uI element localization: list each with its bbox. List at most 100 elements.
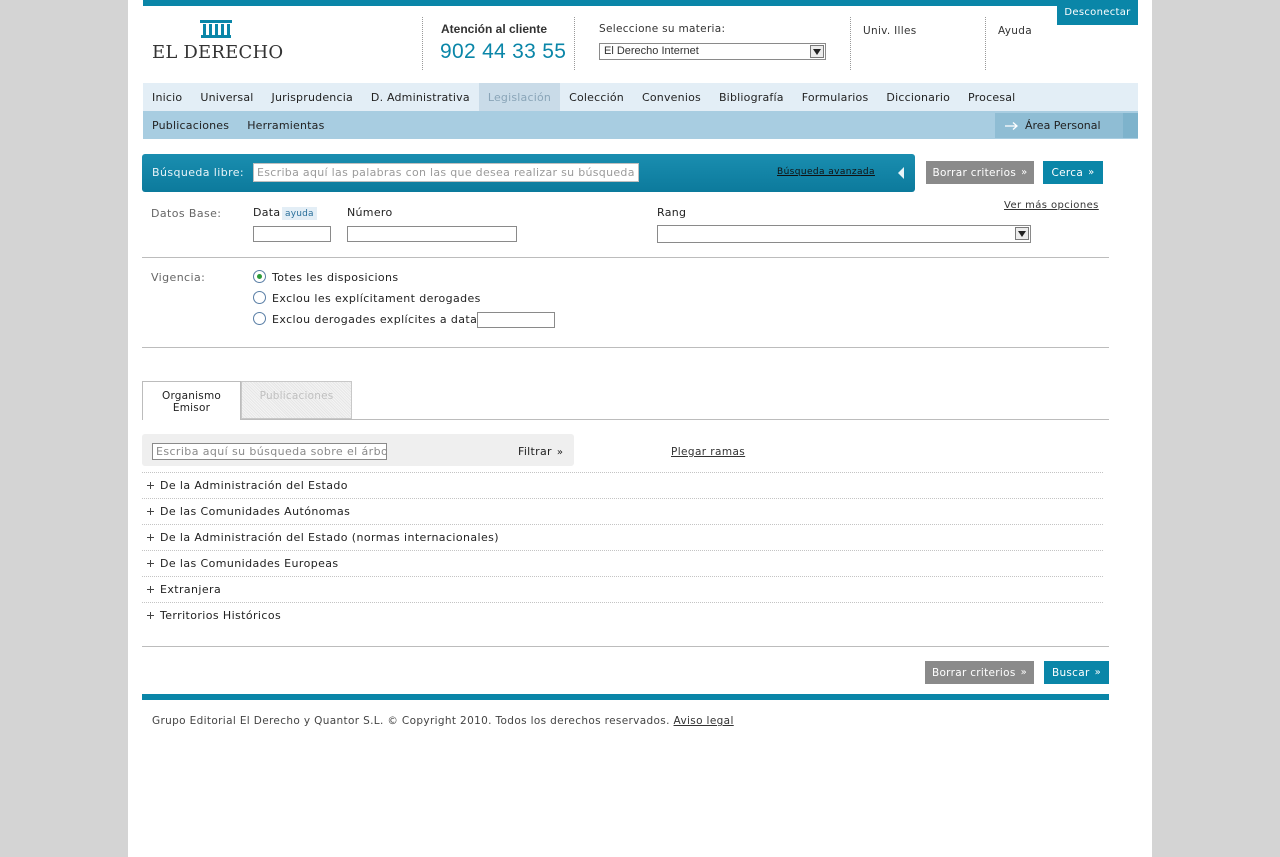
search-input[interactable] (253, 163, 639, 182)
logo-text: EL DERECHO (152, 42, 284, 63)
rank-select[interactable] (657, 225, 1031, 243)
advanced-search-link[interactable]: Búsqueda avanzada (777, 167, 875, 177)
tree-item[interactable]: De las Comunidades Europeas (142, 550, 1103, 576)
header-divider (850, 17, 851, 70)
radio-label: Exclou derogades explícites a data: (272, 313, 482, 326)
copyright-text: Grupo Editorial El Derecho y Quantor S.L… (152, 715, 734, 727)
nav-item-legislacion[interactable]: Legislación (478, 83, 561, 111)
tree-item[interactable]: De las Comunidades Autónomas (142, 498, 1103, 524)
tree-item[interactable]: De la Administración del Estado (142, 472, 1103, 498)
arrow-right-icon (1005, 121, 1018, 130)
page: Desconectar EL DERECHO Atención al clien… (128, 0, 1152, 857)
date-help-link[interactable]: ayuda (282, 207, 317, 220)
tree-item[interactable]: De la Administración del Estado (normas … (142, 524, 1103, 550)
expand-plus-icon[interactable] (147, 560, 154, 567)
disconnect-button[interactable]: Desconectar (1057, 0, 1138, 25)
main-nav: Inicio Universal Jurisprudencia D. Admin… (143, 83, 1138, 111)
header-divider (574, 17, 575, 70)
customer-service-label: Atención al cliente (441, 22, 548, 36)
header-divider (985, 17, 986, 70)
nav-item-coleccion[interactable]: Colección (560, 83, 633, 111)
columns-logo-icon (200, 20, 232, 38)
materia-select[interactable]: El Derecho Internet (599, 43, 826, 60)
collapse-branches-link[interactable]: Plegar ramas (671, 446, 745, 458)
copyright-label: Grupo Editorial El Derecho y Quantor S.L… (152, 715, 670, 727)
tree-item-label: De la Administración del Estado (160, 479, 348, 492)
filter-label: Filtrar (518, 445, 552, 458)
base-data-label: Datos Base: (151, 207, 222, 220)
number-label: Número (347, 206, 393, 219)
area-personal-label: Área Personal (1025, 119, 1101, 132)
radio-label: Exclou les explícitament derogades (272, 292, 481, 305)
tree-item-label: De las Comunidades Europeas (160, 557, 339, 570)
rank-label: Rang (657, 206, 687, 219)
divider (142, 646, 1109, 647)
legal-notice-link[interactable]: Aviso legal (674, 715, 734, 727)
divider (142, 257, 1109, 258)
double-chevron-icon: » (1020, 667, 1028, 678)
tree-item-label: De las Comunidades Autónomas (160, 505, 351, 518)
nav-item-bibliografia[interactable]: Bibliografía (710, 83, 793, 111)
search-button-label: Buscar (1051, 666, 1090, 679)
radio-exclude-derogated[interactable] (253, 291, 266, 304)
area-personal-tail (1123, 113, 1138, 138)
chevron-down-icon[interactable] (810, 45, 824, 58)
tree-item-label: Territorios Históricos (160, 609, 282, 622)
tab-label: Emisor (172, 402, 211, 414)
more-options-link[interactable]: Ver más opciones (1004, 200, 1099, 211)
tree-item[interactable]: Extranjera (142, 576, 1103, 602)
double-chevron-icon: » (1094, 667, 1102, 678)
nav-item-d-administrativa[interactable]: D. Administrativa (362, 83, 479, 111)
chevron-down-icon[interactable] (1015, 227, 1029, 240)
expand-plus-icon[interactable] (147, 508, 154, 515)
help-link[interactable]: Ayuda (998, 25, 1032, 37)
expand-plus-icon[interactable] (147, 612, 154, 619)
sub-nav: Publicaciones Herramientas (143, 111, 1138, 139)
number-input[interactable] (347, 226, 517, 242)
tab-label: Organismo (162, 390, 221, 402)
clear-criteria-label: Borrar criterios (932, 166, 1017, 179)
date-input[interactable] (253, 226, 331, 242)
area-personal-link[interactable]: Área Personal (995, 113, 1123, 138)
customer-service-phone: 902 44 33 55 (440, 40, 567, 63)
double-chevron-icon: » (1021, 167, 1028, 178)
double-chevron-icon: » (1088, 167, 1095, 178)
bottom-clear-criteria-button[interactable]: Borrar criterios » (925, 661, 1034, 684)
expand-plus-icon[interactable] (147, 482, 154, 489)
subnav-item-herramientas[interactable]: Herramientas (238, 111, 333, 139)
nav-item-inicio[interactable]: Inicio (143, 83, 191, 111)
filter-button[interactable]: Filtrar » (518, 445, 563, 458)
subnav-item-publicaciones[interactable]: Publicaciones (143, 111, 238, 139)
expand-plus-icon[interactable] (147, 534, 154, 541)
collapse-arrow-icon[interactable] (896, 166, 906, 180)
tab-publicaciones[interactable]: Publicaciones (241, 381, 352, 419)
bottom-search-button[interactable]: Buscar » (1044, 661, 1109, 684)
tree-item-label: De la Administración del Estado (normas … (160, 531, 499, 544)
university-link[interactable]: Univ. Illes (863, 25, 917, 37)
radio-all-dispositions[interactable] (253, 270, 266, 283)
search-button[interactable]: Cerca » (1043, 161, 1103, 184)
nav-item-diccionario[interactable]: Diccionario (877, 83, 959, 111)
tab-organismo-emisor[interactable]: Organismo Emisor (142, 381, 241, 420)
nav-item-procesal[interactable]: Procesal (959, 83, 1024, 111)
nav-item-formularios[interactable]: Formularios (793, 83, 878, 111)
derogated-date-input[interactable] (477, 312, 555, 328)
tree-item-label: Extranjera (160, 583, 222, 596)
top-accent-bar (143, 0, 1138, 6)
search-button-label: Cerca (1051, 166, 1084, 179)
nav-item-universal[interactable]: Universal (191, 83, 262, 111)
tree-search-input[interactable] (152, 443, 387, 460)
nav-item-convenios[interactable]: Convenios (633, 83, 710, 111)
expand-plus-icon[interactable] (147, 586, 154, 593)
footer-accent-bar (142, 694, 1109, 700)
tab-divider (241, 419, 1109, 420)
logo[interactable]: EL DERECHO (152, 20, 292, 64)
radio-exclude-derogated-date[interactable] (253, 312, 266, 325)
header-divider (422, 17, 423, 70)
double-chevron-icon: » (556, 447, 564, 458)
vigencia-label: Vigencia: (151, 271, 206, 284)
tree-item[interactable]: Territorios Históricos (142, 602, 1103, 628)
materia-label: Seleccione su materia: (599, 23, 726, 35)
clear-criteria-button[interactable]: Borrar criterios » (926, 161, 1034, 184)
nav-item-jurisprudencia[interactable]: Jurisprudencia (263, 83, 362, 111)
